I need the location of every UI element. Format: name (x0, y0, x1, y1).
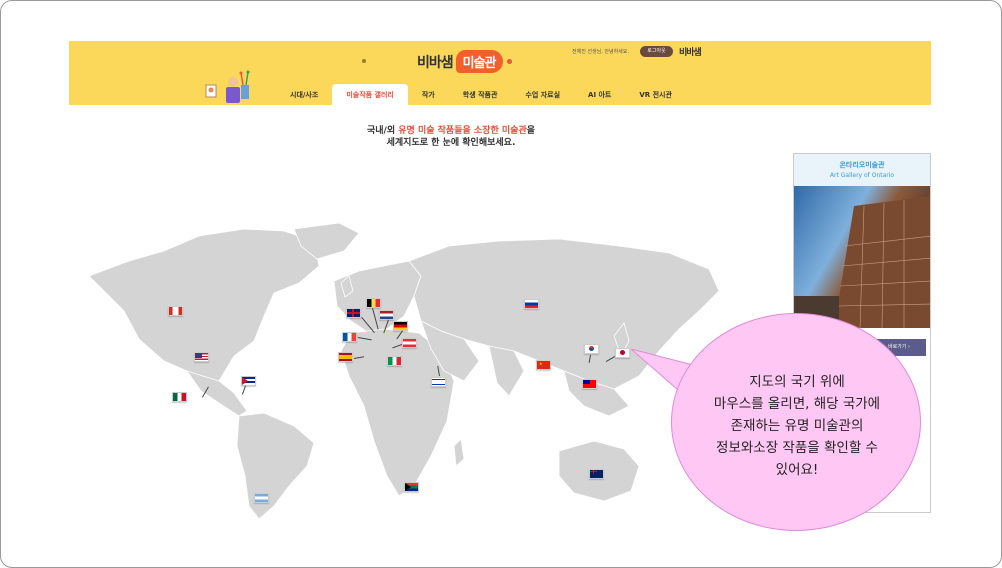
nav-item-vr[interactable]: VR 전시관 (625, 84, 686, 105)
museum-photo (794, 186, 930, 328)
flag-spain-icon[interactable] (338, 352, 353, 362)
mascot-illustration (205, 70, 250, 103)
nav-item-gallery[interactable]: 미술작품 갤러리 (332, 84, 408, 105)
nav-item-era[interactable]: 시대/사조 (276, 84, 332, 105)
brand-small-logo[interactable]: 비바샘 (679, 45, 702, 58)
nav-item-student-works[interactable]: 학생 작품관 (449, 84, 512, 105)
flag-france-icon[interactable] (342, 332, 357, 342)
flag-taiwan-icon[interactable] (582, 379, 597, 389)
flag-australia-icon[interactable] (589, 469, 604, 479)
flag-south-africa-icon[interactable] (404, 482, 419, 492)
museum-name-en: Art Gallery of Ontario (829, 172, 895, 179)
decor-dot (362, 59, 366, 63)
site-header: 비바샘 미술관 전체진 선생님, 안녕하세요. 로그아웃 비바샘 시대/사조 미… (69, 41, 931, 105)
north-america-landmass (88, 228, 320, 387)
tooltip-line: 지도의 국기 위에 (749, 374, 845, 390)
nav-item-class-materials[interactable]: 수업 자료실 (511, 84, 574, 105)
intro-text: 국내/외 유명 미술 작품들을 소장한 미술관을 세계지도로 한 눈에 확인해보… (301, 125, 601, 149)
south-america-landmass (236, 412, 315, 520)
flag-netherlands-icon[interactable] (379, 310, 394, 320)
flag-germany-icon[interactable] (393, 321, 408, 331)
flag-uk-icon[interactable] (346, 308, 361, 318)
india-landmass (488, 345, 525, 397)
intro-highlight: 유명 미술 작품들을 소장한 미술관 (398, 126, 527, 136)
main-nav: 시대/사조 미술작품 갤러리 작가 학생 작품관 수업 자료실 AI 아트 VR… (276, 84, 686, 105)
tooltip-line: 정보와소장 작품을 확인할 수 (716, 440, 878, 456)
greeting-text: 전체진 선생님, 안녕하세요. (572, 49, 629, 55)
logout-button[interactable]: 로그아웃 (640, 46, 673, 57)
logo-text-badge: 미술관 (455, 50, 503, 73)
madagascar-landmass (453, 438, 465, 467)
flag-mexico-icon[interactable] (172, 392, 187, 402)
screenshot-frame: 비바샘 미술관 전체진 선생님, 안녕하세요. 로그아웃 비바샘 시대/사조 미… (0, 0, 1002, 568)
museum-panel-header: 온타리오미술관 Art Gallery of Ontario (794, 154, 930, 186)
flag-belgium-icon[interactable] (366, 298, 381, 308)
flag-austria-icon[interactable] (402, 338, 417, 348)
tooltip-line: 존재하는 유명 미술관의 (730, 418, 864, 434)
museum-building-image (794, 196, 930, 328)
decor-dot (507, 59, 512, 64)
flag-usa-icon[interactable] (194, 352, 209, 362)
flag-argentina-icon[interactable] (254, 493, 269, 503)
tooltip-text: 지도의 국기 위에 마우스를 올리면, 해당 국가에 존재하는 유명 미술관의 … (677, 371, 917, 481)
intro-suffix: 을 (526, 126, 536, 136)
flag-russia-icon[interactable] (524, 299, 539, 309)
flag-italy-icon[interactable] (387, 356, 402, 366)
nav-item-ai-art[interactable]: AI 아트 (574, 84, 625, 105)
tooltip-line: 마우스를 올리면, 해당 국가에 (713, 396, 881, 412)
nav-item-artist[interactable]: 작가 (408, 84, 449, 105)
tooltip-line: 있어요! (775, 462, 819, 478)
site-logo[interactable]: 비바샘 미술관 (417, 50, 503, 73)
flag-china-icon[interactable]: ★ (536, 360, 551, 370)
intro-prefix: 국내/외 (366, 126, 396, 136)
flag-japan-icon[interactable] (615, 348, 630, 358)
flag-south-korea-icon[interactable] (584, 344, 599, 354)
logo-text-main: 비바샘 (417, 54, 454, 71)
intro-line-2: 세계지도로 한 눈에 확인해보세요. (386, 138, 516, 148)
flag-cuba-icon[interactable] (241, 376, 256, 386)
museum-name-ko: 온타리오미술관 (839, 161, 885, 169)
flag-canada-icon[interactable] (168, 306, 183, 316)
intro-line-1: 국내/외 유명 미술 작품들을 소장한 미술관을 (301, 125, 601, 137)
flag-israel-icon[interactable] (431, 377, 446, 387)
